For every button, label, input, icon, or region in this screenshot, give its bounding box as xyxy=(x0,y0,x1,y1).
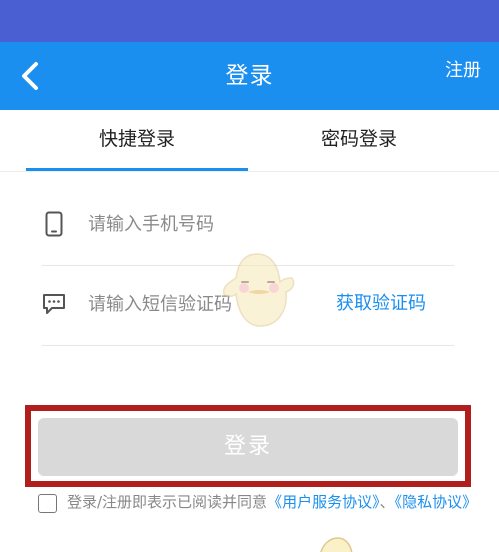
back-button[interactable] xyxy=(10,54,50,98)
chevron-left-icon xyxy=(22,62,38,90)
login-button[interactable]: 登录 xyxy=(38,418,458,476)
register-link[interactable]: 注册 xyxy=(445,42,481,100)
agreement-text: 登录/注册即表示已阅读并同意《用户服务协议》、《隐私协议》 xyxy=(67,490,487,515)
agreement-statement: 登录/注册即表示已阅读并同意 xyxy=(67,493,268,511)
get-code-button[interactable]: 获取验证码 xyxy=(336,288,426,320)
sms-code-input[interactable] xyxy=(88,286,318,322)
phone-input[interactable] xyxy=(88,206,318,242)
user-agreement-link[interactable]: 《用户服务协议》 xyxy=(267,493,380,511)
mascot-peek xyxy=(318,536,354,552)
status-bar xyxy=(0,0,499,42)
tab-password-login[interactable]: 密码登录 xyxy=(248,110,470,172)
phone-icon xyxy=(42,211,66,237)
message-icon xyxy=(42,291,66,317)
nav-bar: 登录 注册 xyxy=(0,42,499,110)
privacy-policy-link[interactable]: 《隐私协议》 xyxy=(395,493,478,511)
page-title: 登录 xyxy=(225,63,274,89)
active-tab-indicator xyxy=(26,168,248,171)
phone-row xyxy=(42,184,454,266)
login-tabs: 快捷登录 密码登录 xyxy=(0,110,499,172)
agreement-separator: 、 xyxy=(379,493,395,511)
tab-quick-login[interactable]: 快捷登录 xyxy=(26,110,248,172)
agreement-checkbox[interactable] xyxy=(38,494,57,513)
sms-code-row: 获取验证码 xyxy=(42,264,454,346)
